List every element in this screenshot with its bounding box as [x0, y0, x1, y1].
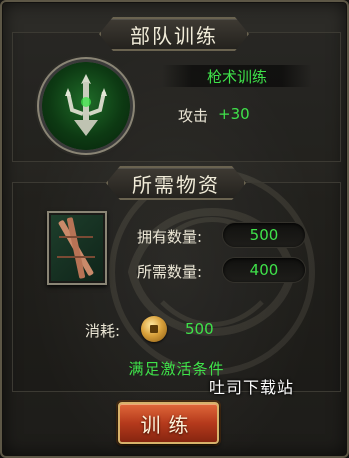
training-panel: 部队训练 枪术训练 攻击 +30 所需物资 拥有数量: 500 所需数量: 40… — [0, 0, 349, 458]
activation-condition-text: 满足激活条件 — [128, 360, 225, 378]
attack-stat-value: +30 — [218, 105, 250, 123]
required-quantity-label: 所需数量: — [137, 263, 203, 281]
spear-trident-icon — [42, 62, 130, 150]
unit-training-title: 部队训练 — [99, 17, 249, 51]
copper-coin-icon — [141, 316, 167, 342]
owned-quantity-label: 拥有数量: — [137, 228, 203, 246]
cost-value: 500 — [185, 320, 214, 338]
attack-stat-label: 攻击 — [178, 107, 209, 125]
owned-quantity-value: 500 — [223, 223, 305, 247]
required-quantity-value: 400 — [223, 258, 305, 282]
materials-title: 所需物资 — [106, 166, 246, 200]
skill-name: 枪术训练 — [206, 67, 267, 86]
cost-label: 消耗: — [85, 322, 121, 340]
bamboo-sticks-icon[interactable] — [47, 211, 107, 285]
train-button[interactable]: 训练 — [118, 402, 219, 444]
skill-name-box: 枪术训练 — [162, 65, 312, 87]
watermark-text: 吐司下载站 — [209, 378, 295, 397]
